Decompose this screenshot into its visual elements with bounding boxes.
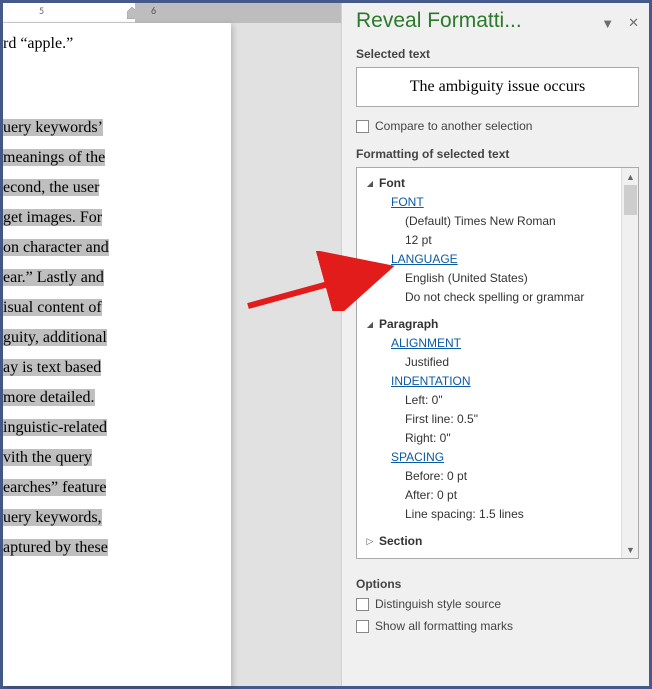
text-line: guity, additional (3, 329, 107, 346)
caret-open-icon[interactable] (365, 315, 375, 334)
spellcheck-value: Do not check spelling or grammar (365, 288, 634, 307)
language-link[interactable]: LANGUAGE (391, 252, 458, 266)
spacing-after-value: After: 0 pt (365, 486, 634, 505)
text-line: ay is text based (3, 359, 101, 376)
show-all-label: Show all formatting marks (375, 619, 513, 633)
paragraph-group-label: Paragraph (379, 315, 438, 334)
indent-right-value: Right: 0" (365, 429, 634, 448)
formatting-label: Formatting of selected text (356, 147, 639, 161)
text-line: uery keywords, (3, 509, 102, 526)
horizontal-ruler[interactable]: 5 6 (3, 3, 341, 23)
text-line: rd “apple.” (3, 29, 223, 59)
alignment-value: Justified (365, 353, 634, 372)
caret-open-icon[interactable] (365, 174, 375, 193)
checkbox-icon[interactable] (356, 598, 369, 611)
text-line: uery keywords’ (3, 119, 103, 136)
options-label: Options (356, 577, 639, 591)
font-link[interactable]: FONT (391, 195, 424, 209)
font-size-value: 12 pt (365, 231, 634, 250)
panel-header: Reveal Formatti... ▼ ✕ (356, 9, 639, 41)
scroll-down-icon[interactable]: ▼ (622, 541, 639, 558)
scroll-up-icon[interactable]: ▲ (622, 168, 639, 185)
distinguish-label: Distinguish style source (375, 597, 501, 611)
reveal-formatting-panel: Reveal Formatti... ▼ ✕ Selected text The… (341, 3, 649, 686)
document-area: 5 6 rd “apple.” uery keywords’ meanings … (3, 3, 341, 686)
show-all-checkbox-row[interactable]: Show all formatting marks (356, 619, 639, 633)
text-line: more detailed. (3, 389, 95, 406)
tree-node-font[interactable]: Font (365, 174, 634, 193)
checkbox-icon[interactable] (356, 620, 369, 633)
caret-closed-icon[interactable] (365, 532, 375, 551)
text-line: get images. For (3, 209, 102, 226)
panel-menu-dropdown-icon[interactable]: ▼ (601, 16, 614, 31)
text-line: ear.” Lastly and (3, 269, 104, 286)
text-line: meanings of the (3, 149, 105, 166)
ruler-outside-margin (135, 3, 341, 23)
distinguish-checkbox-row[interactable]: Distinguish style source (356, 597, 639, 611)
language-value: English (United States) (365, 269, 634, 288)
scroll-thumb[interactable] (624, 185, 637, 215)
document-text[interactable]: rd “apple.” uery keywords’ meanings of t… (3, 23, 231, 563)
line-spacing-value: Line spacing: 1.5 lines (365, 505, 634, 524)
indentation-link[interactable]: INDENTATION (391, 374, 471, 388)
font-group-label: Font (379, 174, 405, 193)
text-line: aptured by these (3, 539, 108, 556)
checkbox-icon[interactable] (356, 120, 369, 133)
spacing-before-value: Before: 0 pt (365, 467, 634, 486)
scrollbar[interactable]: ▲ ▼ (621, 168, 638, 558)
document-page[interactable]: rd “apple.” uery keywords’ meanings of t… (3, 23, 231, 686)
font-value: (Default) Times New Roman (365, 212, 634, 231)
text-line: inguistic-related (3, 419, 107, 436)
text-line: vith the query (3, 449, 92, 466)
spacing-link[interactable]: SPACING (391, 450, 444, 464)
ruler-mark: 5 (39, 4, 44, 17)
text-line: on character and (3, 239, 109, 256)
selected-text-label: Selected text (356, 47, 639, 61)
close-icon[interactable]: ✕ (628, 15, 639, 31)
compare-label: Compare to another selection (375, 119, 532, 133)
indent-left-value: Left: 0" (365, 391, 634, 410)
ruler-mark: 6 (151, 4, 156, 17)
formatting-tree: Font FONT (Default) Times New Roman 12 p… (356, 167, 639, 559)
alignment-link[interactable]: ALIGNMENT (391, 336, 461, 350)
tree-node-paragraph[interactable]: Paragraph (365, 315, 634, 334)
panel-title: Reveal Formatti... (356, 9, 522, 33)
section-group-label: Section (379, 532, 422, 551)
text-line: econd, the user (3, 179, 99, 196)
selected-text-preview[interactable]: The ambiguity issue occurs (356, 67, 639, 107)
text-line: isual content of (3, 299, 102, 316)
compare-checkbox-row[interactable]: Compare to another selection (356, 119, 639, 133)
tree-node-section[interactable]: Section (365, 532, 634, 551)
indent-first-value: First line: 0.5" (365, 410, 634, 429)
text-line: earches” feature (3, 479, 106, 496)
